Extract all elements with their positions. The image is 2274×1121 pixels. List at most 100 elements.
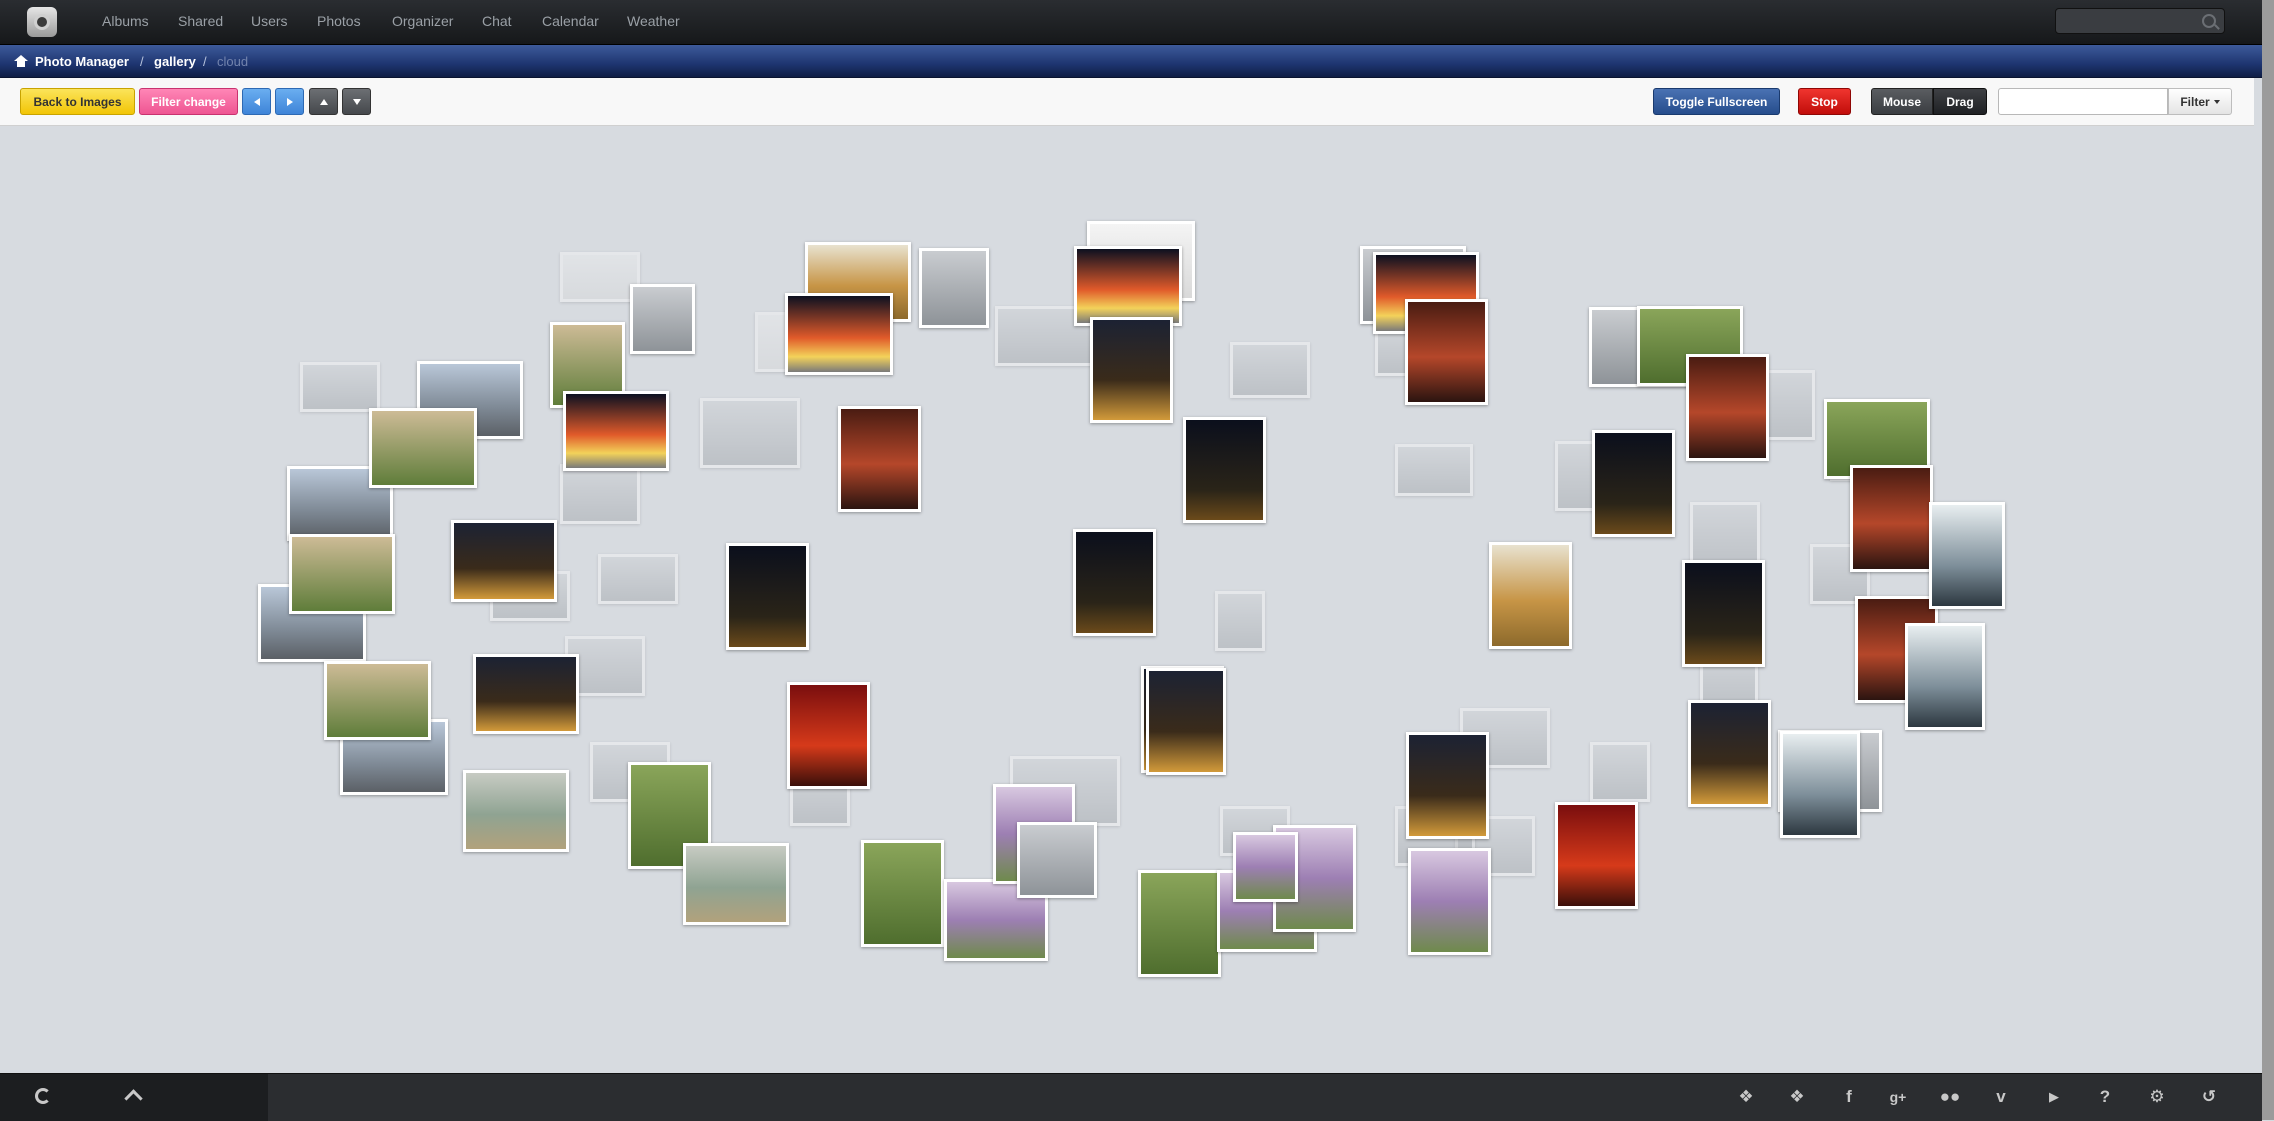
photo-image — [1093, 320, 1170, 420]
stop-button[interactable]: Stop — [1798, 88, 1851, 115]
photo-thumbnail[interactable] — [1688, 700, 1771, 807]
photo-thumbnail[interactable] — [861, 840, 944, 947]
arrow-right-button[interactable] — [275, 88, 304, 115]
help-icon[interactable]: ? — [2094, 1086, 2116, 1108]
photo-thumbnail[interactable] — [630, 284, 695, 354]
photo-image — [841, 409, 918, 509]
photo-thumbnail[interactable] — [1073, 529, 1156, 636]
search-icon[interactable] — [2202, 14, 2216, 28]
photo-thumbnail[interactable] — [838, 406, 921, 512]
photo-thumbnail[interactable] — [1215, 591, 1265, 651]
back-to-images-button[interactable]: Back to Images — [20, 88, 135, 115]
arrow-right-icon — [286, 97, 293, 106]
drag-mode-button[interactable]: Drag — [1933, 88, 1987, 115]
photo-thumbnail[interactable] — [785, 293, 893, 375]
photo-thumbnail[interactable] — [1183, 417, 1266, 523]
photo-thumbnail[interactable] — [726, 543, 809, 650]
photo-thumbnail[interactable] — [463, 770, 569, 852]
breadcrumb-separator: / — [140, 54, 144, 69]
photo-image — [1077, 249, 1179, 323]
photo-thumbnail[interactable] — [1590, 742, 1650, 802]
nav-weather[interactable]: Weather — [627, 13, 680, 29]
toggle-fullscreen-button[interactable]: Toggle Fullscreen — [1653, 88, 1780, 115]
photo-thumbnail[interactable] — [1233, 832, 1298, 902]
vertical-scrollbar[interactable] — [2262, 0, 2274, 1120]
chevron-up-icon[interactable] — [124, 1089, 143, 1108]
filter-input[interactable] — [1998, 88, 2168, 115]
photo-thumbnail[interactable] — [451, 520, 557, 602]
photo-image — [601, 557, 675, 601]
nav-shared[interactable]: Shared — [178, 13, 223, 29]
home-icon[interactable] — [14, 55, 28, 67]
photo-thumbnail[interactable] — [1555, 802, 1638, 909]
photo-thumbnail[interactable] — [1405, 299, 1488, 405]
photo-image — [1595, 433, 1672, 534]
google-plus-icon[interactable]: g+ — [1887, 1086, 1909, 1108]
settings-icon[interactable]: ⚙ — [2146, 1086, 2168, 1108]
facebook-icon[interactable]: f — [1838, 1086, 1860, 1108]
photo-image — [566, 394, 666, 468]
photo-thumbnail[interactable] — [1929, 502, 2005, 609]
photo-thumbnail[interactable] — [560, 252, 640, 302]
logout-icon[interactable]: ↺ — [2198, 1086, 2220, 1108]
nav-chat[interactable]: Chat — [482, 13, 512, 29]
dropbox-icon[interactable]: ❖ — [1735, 1086, 1757, 1108]
photo-thumbnail[interactable] — [1592, 430, 1675, 537]
photo-thumbnail[interactable] — [289, 534, 395, 614]
photo-thumbnail[interactable] — [1686, 354, 1769, 461]
photo-thumbnail[interactable] — [300, 362, 380, 412]
breadcrumb-root[interactable]: Photo Manager — [35, 54, 129, 69]
photo-thumbnail[interactable] — [369, 408, 477, 488]
photo-image — [454, 523, 554, 599]
photo-thumbnail[interactable] — [1905, 623, 1985, 730]
breadcrumb-current: cloud — [217, 54, 249, 69]
refresh-icon[interactable] — [35, 1088, 51, 1104]
breadcrumb-gallery[interactable]: gallery — [154, 54, 196, 69]
twitter-icon[interactable]: ❖ — [1786, 1086, 1808, 1108]
photo-thumbnail[interactable] — [1146, 668, 1226, 775]
arrow-up-button[interactable] — [309, 88, 338, 115]
photo-thumbnail[interactable] — [1395, 444, 1473, 496]
photo-thumbnail[interactable] — [598, 554, 678, 604]
photo-thumbnail[interactable] — [1074, 246, 1182, 326]
photo-image — [1689, 357, 1766, 458]
filter-change-button[interactable]: Filter change — [139, 88, 238, 115]
photo-thumbnail[interactable] — [473, 654, 579, 734]
photo-thumbnail[interactable] — [1230, 342, 1310, 398]
photo-thumbnail[interactable] — [324, 661, 431, 740]
nav-photos[interactable]: Photos — [317, 13, 361, 29]
photo-thumbnail[interactable] — [1017, 822, 1097, 898]
app-logo-icon[interactable] — [27, 7, 57, 37]
photo-thumbnail[interactable] — [1489, 542, 1572, 649]
photo-thumbnail[interactable] — [1850, 465, 1933, 572]
photo-thumbnail[interactable] — [700, 398, 800, 468]
arrow-left-button[interactable] — [242, 88, 271, 115]
photo-thumbnail[interactable] — [1406, 732, 1489, 839]
filter-dropdown-button[interactable]: Filter — [2168, 88, 2232, 115]
nav-search-input[interactable] — [2055, 8, 2225, 34]
photo-thumbnail[interactable] — [560, 464, 640, 524]
nav-organizer[interactable]: Organizer — [392, 13, 453, 29]
photo-thumbnail[interactable] — [1090, 317, 1173, 423]
photo-thumbnail[interactable] — [563, 391, 669, 471]
photo-thumbnail[interactable] — [1682, 560, 1765, 667]
photo-thumbnail[interactable] — [1780, 731, 1860, 838]
arrow-down-button[interactable] — [342, 88, 371, 115]
photo-image — [1409, 735, 1486, 836]
nav-albums[interactable]: Albums — [102, 13, 149, 29]
arrow-left-icon — [253, 97, 260, 106]
photo-cloud[interactable] — [0, 126, 2254, 1072]
photo-thumbnail[interactable] — [683, 843, 789, 925]
nav-users[interactable]: Users — [251, 13, 288, 29]
flickr-icon[interactable]: ●● — [1939, 1086, 1961, 1108]
photo-thumbnail[interactable] — [787, 682, 870, 789]
photo-thumbnail[interactable] — [1408, 848, 1491, 955]
photo-thumbnail[interactable] — [1138, 870, 1221, 977]
nav-calendar[interactable]: Calendar — [542, 13, 599, 29]
photo-image — [729, 546, 806, 647]
photo-image — [1233, 345, 1307, 395]
mouse-mode-button[interactable]: Mouse — [1871, 88, 1933, 115]
vimeo-icon[interactable]: v — [1990, 1086, 2012, 1108]
youtube-icon[interactable]: ▶ — [2043, 1086, 2065, 1108]
photo-thumbnail[interactable] — [919, 248, 989, 328]
